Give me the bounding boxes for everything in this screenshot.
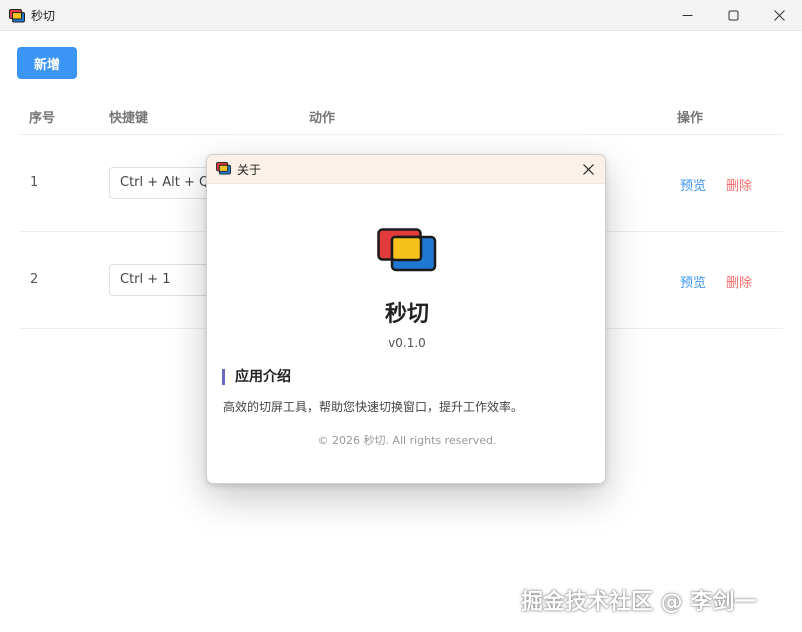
window-title: 秒切 — [31, 9, 56, 23]
delete-link[interactable]: 删除 — [726, 272, 752, 291]
app-windows-icon — [9, 9, 25, 23]
header-hotkey: 快捷键 — [109, 111, 149, 126]
maximize-icon — [728, 10, 738, 21]
preview-link[interactable]: 预览 — [680, 175, 706, 194]
watermark: 掘金技术社区 @ 李剑一 — [521, 590, 757, 615]
row-index: 1 — [30, 175, 39, 190]
preview-link[interactable]: 预览 — [680, 272, 706, 291]
delete-link[interactable]: 删除 — [726, 175, 752, 194]
dialog-titlebar: 关于 — [207, 155, 605, 184]
app-windows-icon — [216, 162, 231, 175]
close-icon — [582, 163, 594, 175]
close-icon — [773, 10, 785, 21]
table-header: 序号 快捷键 动作 操作 — [19, 96, 783, 135]
app-version: v0.1.0 — [388, 336, 426, 350]
minimize-icon — [682, 15, 692, 16]
close-button[interactable] — [756, 0, 802, 31]
app-logo-icon — [377, 228, 437, 272]
app-intro: 高效的切屏工具，帮助您快速切换窗口，提升工作效率。 — [223, 400, 524, 414]
section-title: 应用介绍 — [222, 369, 291, 385]
header-operation: 操作 — [677, 111, 704, 126]
maximize-button[interactable] — [710, 0, 756, 31]
about-dialog: 关于 秒切 v0.1.0 应用介绍 高效的切屏工具，帮助您快速切换窗口，提升工作… — [206, 154, 606, 484]
minimize-button[interactable] — [664, 0, 710, 31]
add-button[interactable]: 新增 — [17, 47, 77, 79]
dialog-close-button[interactable] — [577, 158, 599, 180]
header-action: 动作 — [309, 111, 336, 126]
app-name: 秒切 — [384, 302, 429, 327]
dialog-title: 关于 — [237, 163, 262, 177]
copyright: © 2026 秒切. All rights reserved. — [317, 434, 497, 447]
header-index: 序号 — [29, 111, 56, 126]
window-titlebar: 秒切 — [0, 0, 802, 31]
row-index: 2 — [30, 272, 39, 287]
